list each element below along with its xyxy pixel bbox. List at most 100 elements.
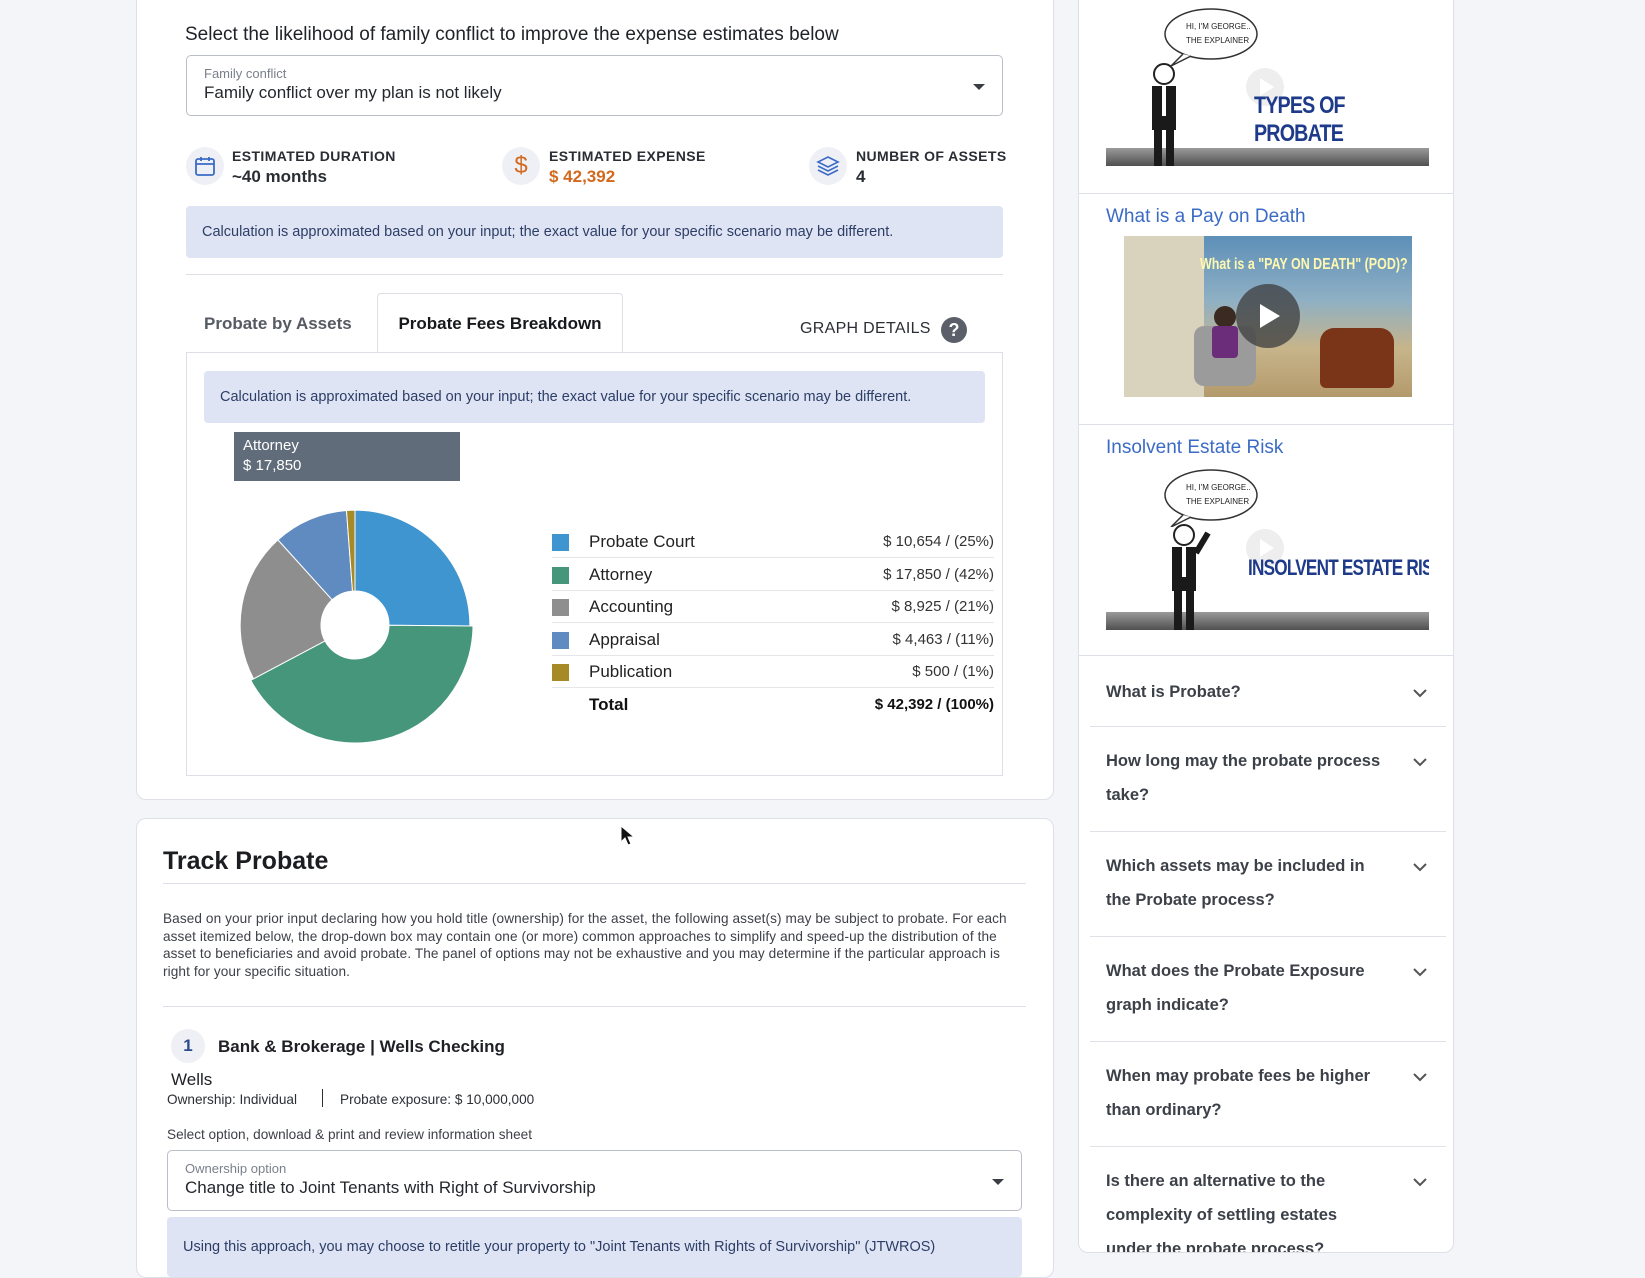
tab-probate-fees-breakdown-label: Probate Fees Breakdown	[398, 314, 602, 333]
family-conflict-heading: Select the likelihood of family conflict…	[185, 24, 839, 45]
faq-question: What is Probate?	[1106, 675, 1396, 709]
family-conflict-select[interactable]: Family conflict Family conflict over my …	[186, 55, 1003, 116]
faq-item-duration[interactable]: How long may the probate process take?	[1090, 727, 1446, 832]
chevron-down-icon	[1413, 863, 1427, 872]
legend-swatch	[552, 566, 569, 584]
chevron-down-icon	[1413, 1073, 1427, 1082]
divider	[1078, 655, 1454, 656]
chevron-down-icon	[1413, 1178, 1427, 1187]
legend-row[interactable]: Publication $ 500 / (1%)	[552, 656, 994, 688]
legend-label: Publication	[589, 662, 673, 681]
pie-slice-probate-court[interactable]	[354, 509, 471, 627]
chevron-down-icon	[1413, 758, 1427, 767]
chart-calculation-note: Calculation is approximated based on you…	[204, 371, 985, 423]
ownership-option-value: Change title to Joint Tenants with Right…	[185, 1178, 596, 1197]
mouse-cursor-icon	[620, 825, 636, 846]
track-probate-description: Based on your prior input declaring how …	[163, 911, 1007, 979]
faq-item-what-is-probate[interactable]: What is Probate?	[1090, 670, 1446, 727]
legend-value: $ 4,463 / (11%)	[892, 630, 994, 648]
calendar-icon	[186, 147, 224, 185]
legend-value: $ 500 / (1%)	[912, 663, 994, 680]
legend-label: Accounting	[589, 597, 674, 616]
help-icon[interactable]: ?	[941, 317, 967, 343]
video-thumb-title: What is a "PAY ON DEATH" (POD)?	[1200, 256, 1408, 273]
calculation-note-text: Calculation is approximated based on you…	[202, 224, 894, 240]
video-thumb-title: INSOLVENT ESTATE RISK	[1248, 555, 1429, 580]
divider	[163, 883, 1026, 884]
chart-calculation-note-text: Calculation is approximated based on you…	[220, 389, 912, 405]
family-conflict-select-label: Family conflict	[204, 66, 287, 81]
help-glyph: ?	[948, 319, 960, 340]
faq-question: How long may the probate process take?	[1106, 744, 1396, 812]
faq-line: Is there an alternative to the	[1106, 1172, 1326, 1190]
tab-probate-fees-breakdown[interactable]: Probate Fees Breakdown	[377, 293, 623, 354]
chart-tooltip-value: $ 17,850	[243, 457, 302, 474]
legend-row[interactable]: Attorney $ 17,850 / (42%)	[552, 559, 994, 591]
approach-note: Using this approach, you may choose to r…	[167, 1217, 1022, 1277]
bubble-line-2: THE EXPLAINER	[1186, 497, 1250, 506]
number-of-assets-label: NUMBER OF ASSETS	[856, 148, 1007, 164]
divider	[1078, 424, 1454, 425]
faq-line: What is Probate?	[1106, 683, 1241, 701]
faq-question: Is there an alternative to the complexity…	[1106, 1164, 1396, 1252]
graph-details-label[interactable]: GRAPH DETAILS	[800, 320, 931, 338]
legend-row[interactable]: Probate Court $ 10,654 / (25%)	[552, 526, 994, 558]
video-thumbnail-types-of-probate[interactable]: HI, I'M GEORGE.. THE EXPLAINER TYPES OF …	[1106, 0, 1429, 166]
divider	[1078, 193, 1454, 194]
fees-donut-chart	[239, 509, 474, 744]
chevron-down-icon	[1413, 689, 1427, 698]
faq-item-higher-fees[interactable]: When may probate fees be higher than ordi…	[1090, 1042, 1446, 1147]
approach-note-text: Using this approach, you may choose to r…	[183, 1239, 936, 1255]
faq-item-alternative[interactable]: Is there an alternative to the complexity…	[1090, 1147, 1446, 1252]
video-thumbnail-pay-on-death[interactable]: What is a "PAY ON DEATH" (POD)?	[1124, 236, 1412, 397]
estimated-expense-label: ESTIMATED EXPENSE	[549, 148, 706, 164]
faq-item-included-assets[interactable]: Which assets may be included in the Proba…	[1090, 832, 1446, 937]
wall-panel	[1124, 236, 1204, 397]
faq-question: What does the Probate Exposure graph indi…	[1106, 954, 1396, 1022]
bubble-line-2: THE EXPLAINER	[1186, 36, 1250, 45]
calculation-note: Calculation is approximated based on you…	[186, 206, 1003, 258]
estimated-expense-value: $ 42,392	[549, 167, 616, 186]
faq-line: than ordinary?	[1106, 1101, 1222, 1119]
faq-question: Which assets may be included in the Proba…	[1106, 849, 1396, 917]
legend-row[interactable]: Appraisal $ 4,463 / (11%)	[552, 624, 994, 656]
legend-value: $ 8,925 / (21%)	[891, 598, 994, 615]
dollar-icon: $	[502, 147, 540, 185]
asset-ownership: Ownership: Individual	[167, 1092, 297, 1107]
video-link-insolvent-estate-risk[interactable]: Insolvent Estate Risk	[1106, 437, 1283, 459]
video-link-pay-on-death[interactable]: What is a Pay on Death	[1106, 206, 1306, 228]
family-conflict-select-value: Family conflict over my plan is not like…	[204, 83, 502, 102]
faq-line: How long may the probate process	[1106, 752, 1381, 770]
legend-swatch	[552, 664, 569, 681]
faq-item-exposure-graph[interactable]: What does the Probate Exposure graph indi…	[1090, 937, 1446, 1042]
tab-probate-by-assets[interactable]: Probate by Assets	[204, 314, 352, 334]
legend-total-row: Total $ 42,392 / (100%)	[552, 689, 994, 721]
divider	[163, 1006, 1026, 1007]
sofa-shape	[1320, 328, 1394, 388]
legend-row[interactable]: Accounting $ 8,925 / (21%)	[552, 591, 994, 623]
video-thumbnail-insolvent-estate-risk[interactable]: HI, I'M GEORGE.. THE EXPLAINER INSOLVENT…	[1106, 465, 1429, 630]
explainer-character-icon	[1172, 524, 1211, 630]
chart-tooltip-name: Attorney	[243, 437, 299, 454]
asset-title: Bank & Brokerage | Wells Checking	[218, 1037, 505, 1056]
faq-line: the Probate process?	[1106, 891, 1275, 909]
chart-tooltip: Attorney $ 17,850	[234, 432, 460, 481]
bubble-line-1: HI, I'M GEORGE..	[1186, 22, 1251, 31]
legend-value: $ 10,654 / (25%)	[883, 533, 994, 550]
chevron-down-icon	[973, 84, 985, 90]
asset-number-badge: 1	[171, 1029, 205, 1063]
ownership-option-select[interactable]: Ownership option Change title to Joint T…	[167, 1150, 1022, 1211]
legend-swatch	[552, 534, 569, 551]
play-button-icon[interactable]	[1236, 284, 1300, 348]
faq-line: graph indicate?	[1106, 996, 1229, 1014]
faq-question: When may probate fees be higher than ordi…	[1106, 1059, 1396, 1127]
character-body	[1212, 326, 1238, 358]
legend-value: $ 42,392 / (100%)	[874, 695, 994, 713]
faq-line: complexity of settling estates	[1106, 1206, 1338, 1224]
estimated-duration-label: ESTIMATED DURATION	[232, 148, 396, 164]
asset-probate-exposure: Probate exposure: $ 10,000,000	[340, 1092, 535, 1107]
legend-swatch	[552, 599, 569, 616]
legend-swatch	[552, 631, 569, 649]
track-probate-title: Track Probate	[163, 847, 329, 875]
legend-label: Appraisal	[589, 629, 660, 649]
